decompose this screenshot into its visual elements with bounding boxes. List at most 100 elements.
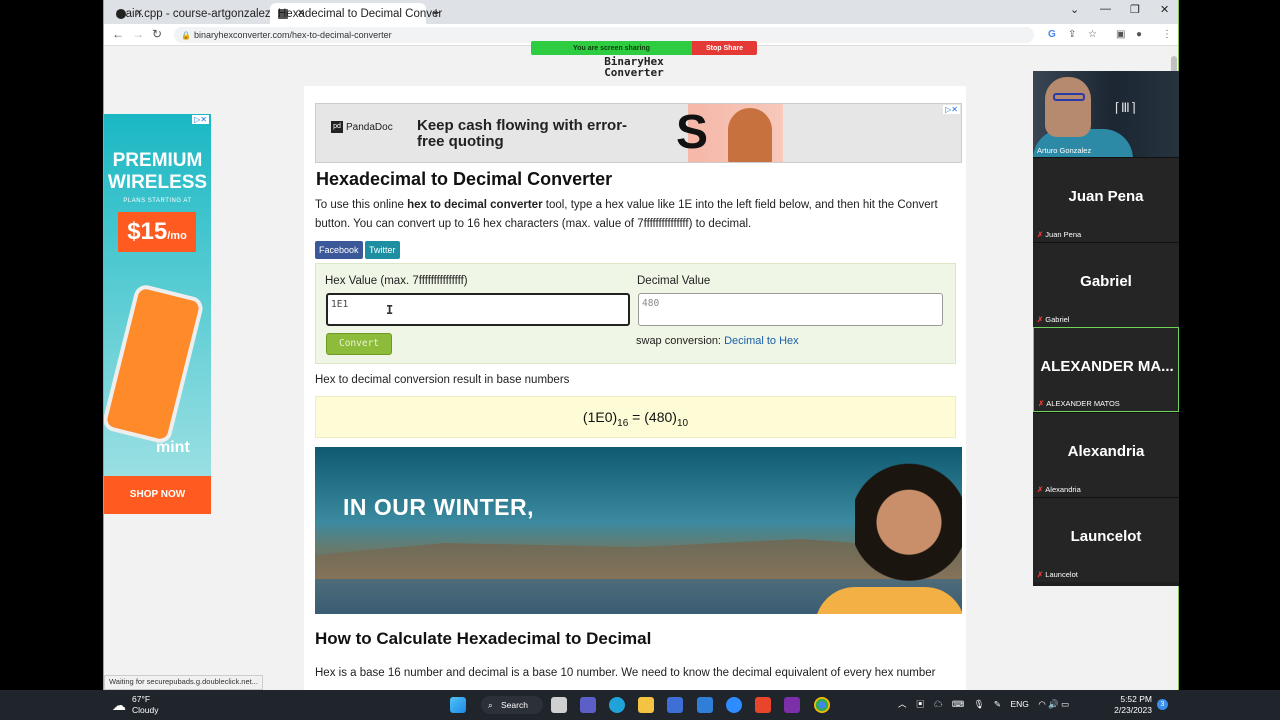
task-view-icon[interactable] (551, 697, 567, 713)
taskbar-search-label: Search (501, 700, 528, 710)
decimal-output[interactable]: 480 (638, 293, 943, 326)
onedrive-icon[interactable]: ☁ (934, 699, 943, 709)
video-background-sign: ⌈Ⅲ⌉ (1113, 101, 1138, 116)
teams-chat-icon[interactable] (580, 697, 596, 713)
site-logo[interactable]: BinaryHex Converter (594, 56, 674, 78)
back-icon[interactable]: ← (112, 27, 124, 41)
participant-sub: Juan Pena (1045, 230, 1082, 239)
mail-icon[interactable] (697, 697, 713, 713)
facebook-share-button[interactable]: Facebook (315, 241, 363, 259)
new-tab-icon[interactable]: + (432, 4, 440, 20)
ad-person-image (728, 108, 772, 162)
menu-icon[interactable]: ⋮ (1162, 29, 1172, 40)
zoom-icon[interactable] (726, 697, 742, 713)
onenote-icon[interactable] (784, 697, 800, 713)
bookmark-star-icon[interactable]: ☆ (1088, 29, 1097, 40)
decimal-to-hex-link[interactable]: Decimal to Hex (724, 335, 799, 347)
adchoices-icon[interactable]: ▷✕ (943, 105, 960, 114)
microphone-icon[interactable]: 🎙 (974, 699, 985, 709)
keyboard-icon[interactable]: ⌨ (952, 699, 964, 709)
forward-icon[interactable]: → (132, 27, 144, 41)
muted-mic-icon: ✗ (1037, 230, 1044, 239)
participant-label: ✗ Gabriel (1037, 315, 1069, 324)
maximize-icon[interactable]: ❐ (1130, 3, 1140, 16)
screen-share-bar: You are screen sharing Stop Share (531, 41, 757, 55)
decimal-value-label: Decimal Value (637, 275, 711, 287)
participant-tile-active[interactable]: ALEXANDER MA... ✗ ALEXANDER MATOS (1033, 327, 1179, 412)
taskbar-search[interactable]: ⌕ Search (481, 696, 543, 714)
tab-main-cpp[interactable]: main.cpp - course-artgonzalezac ✕ (108, 3, 283, 24)
tab-search-icon[interactable]: ⌄ (1070, 3, 1079, 16)
sidebar-icon[interactable]: ▣ (1116, 29, 1125, 40)
ad-image: S (676, 104, 783, 162)
top-ad-banner[interactable]: pd PandaDoc Keep cash flowing with error… (315, 103, 962, 163)
tray-app-icon[interactable]: ▣ (916, 699, 925, 709)
participant-tile[interactable]: Juan Pena ✗ Juan Pena (1033, 157, 1179, 242)
window-close-icon[interactable]: ✕ (1160, 3, 1169, 16)
adchoices-icon[interactable]: ▷✕ (192, 115, 209, 124)
app-icon[interactable] (755, 697, 771, 713)
intro-bold: hex to decimal converter (407, 199, 543, 211)
shop-now-button[interactable]: SHOP NOW (104, 476, 211, 514)
pen-icon[interactable]: ✎ (994, 699, 1001, 709)
self-name-label: Arturo Gonzalez (1037, 146, 1092, 155)
participant-name: ALEXANDER MA... (1040, 358, 1174, 375)
screen-sharing-indicator: You are screen sharing (531, 41, 692, 55)
participant-label: ✗ Alexandria (1037, 485, 1081, 494)
store-icon[interactable] (667, 697, 683, 713)
search-icon: ⌕ (488, 700, 493, 710)
intro-prefix: To use this online (315, 199, 408, 211)
ad-person-face-image (855, 455, 962, 614)
profile-avatar-icon[interactable]: ● (1136, 29, 1142, 40)
ad-brand: pd PandaDoc (331, 121, 393, 133)
decimal-output-value: 480 (642, 298, 660, 309)
hex-input-value: 1E1 (331, 299, 349, 310)
weather-widget[interactable]: ☁ 67°F Cloudy (112, 694, 158, 716)
result-box: (1E0)16 = (480)10 (315, 396, 956, 438)
system-tray[interactable]: ︿ ▣ ☁ ⌨ 🎙 ✎ ENG ◠ 🔊 ▭ (898, 698, 1069, 710)
share-icon[interactable]: ⇪ (1068, 29, 1076, 40)
minimize-icon[interactable]: — (1100, 3, 1111, 15)
result-label: Hex to decimal conversion result in base… (315, 374, 570, 386)
reload-icon[interactable]: ↻ (152, 27, 162, 41)
google-icon[interactable]: G (1048, 29, 1056, 40)
text-cursor-icon: I (386, 303, 394, 317)
edge-icon[interactable] (609, 697, 625, 713)
ad-brand-name: PandaDoc (346, 121, 393, 133)
participant-label: ✗ Launcelot (1037, 570, 1078, 579)
left-ad-banner[interactable]: ▷✕ PREMIUM WIRELESS PLANS STARTING AT $1… (104, 114, 211, 514)
participant-tile[interactable]: Alexandria ✗ Alexandria (1033, 412, 1179, 497)
muted-mic-icon: ✗ (1037, 570, 1044, 579)
ad-price: $15/mo (118, 212, 196, 252)
tab-hex-converter[interactable]: Hexadecimal to Decimal Conver ✕ (270, 3, 442, 24)
notification-badge[interactable]: 3 (1157, 699, 1168, 710)
participant-tile[interactable]: Launcelot ✗ Launcelot (1033, 497, 1179, 582)
section-paragraph: Hex is a base 16 number and decimal is a… (315, 667, 936, 679)
volume-icon[interactable]: 🔊 (1048, 699, 1059, 709)
banner-ad[interactable]: IN OUR WINTER, (315, 447, 962, 614)
zoom-participants-panel: ⌈Ⅲ⌉ Arturo Gonzalez Juan Pena ✗ Juan Pena… (1033, 71, 1179, 586)
intro-text: To use this online hex to decimal conver… (315, 196, 960, 234)
file-explorer-icon[interactable] (638, 697, 654, 713)
self-video-tile[interactable]: ⌈Ⅲ⌉ Arturo Gonzalez (1033, 71, 1179, 157)
stop-share-button[interactable]: Stop Share (692, 41, 757, 55)
page-viewport: BinaryHex Converter ▷✕ PREMIUM WIRELESS … (104, 46, 1178, 690)
clock[interactable]: 5:52 PM 2/23/2023 (1112, 694, 1152, 716)
chevron-up-icon[interactable]: ︿ (898, 699, 907, 709)
battery-icon[interactable]: ▭ (1061, 699, 1069, 709)
muted-mic-icon: ✗ (1037, 315, 1044, 324)
wifi-icon[interactable]: ◠ (1038, 699, 1045, 709)
weather-temp: 67°F (132, 694, 151, 704)
pandadoc-logo-icon: pd (331, 121, 343, 133)
windows-start-icon[interactable] (450, 697, 466, 713)
twitter-share-button[interactable]: Twitter (365, 241, 400, 259)
swap-conversion: swap conversion: Decimal to Hex (636, 335, 799, 347)
convert-button[interactable]: Convert (326, 333, 392, 355)
participant-tile[interactable]: Gabriel ✗ Gabriel (1033, 242, 1179, 327)
phone-image (104, 282, 206, 446)
result-hex-base: 16 (617, 417, 629, 429)
chrome-icon[interactable] (814, 697, 830, 713)
language-indicator[interactable]: ENG (1010, 699, 1028, 709)
result-decimal: 480 (648, 409, 673, 425)
hex-input[interactable]: 1E1 I (326, 293, 630, 326)
